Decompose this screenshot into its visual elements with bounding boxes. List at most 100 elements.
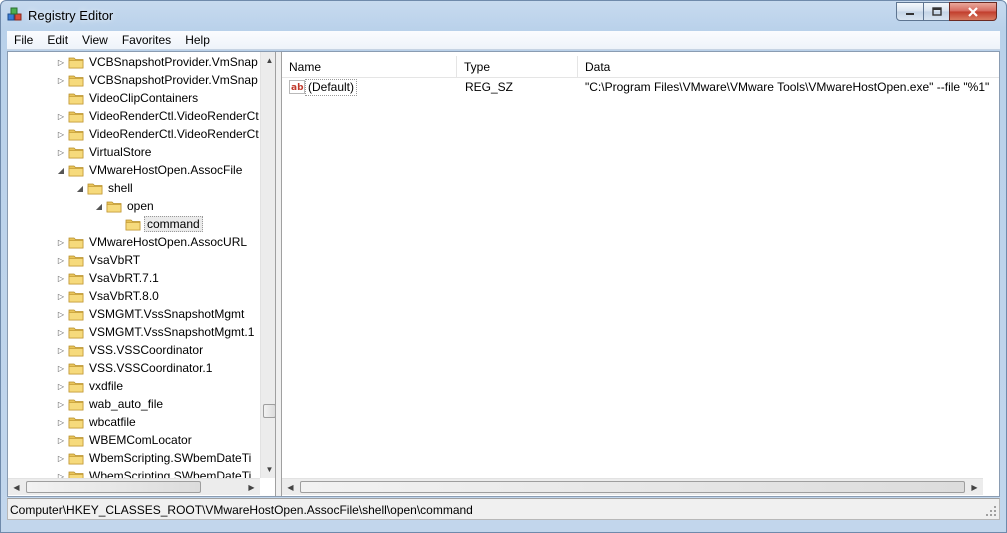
tree-item-label: vxdfile [89, 379, 124, 393]
tree-item-label: VMwareHostOpen.AssocFile [89, 163, 243, 177]
tree-item[interactable]: ▷ VCBSnapshotProvider.VmSnap [8, 71, 260, 89]
scroll-up-icon[interactable]: ▲ [261, 52, 275, 69]
tree-item-label: WbemScripting.SWbemDateTi [89, 469, 252, 478]
scroll-down-icon[interactable]: ▼ [261, 461, 275, 478]
expand-arrow-icon[interactable]: ▷ [56, 251, 66, 269]
close-button[interactable] [949, 2, 997, 21]
scroll-left-icon[interactable]: ◀ [8, 479, 25, 496]
registry-cubes-icon [7, 7, 22, 21]
tree-item-label: VirtualStore [89, 145, 152, 159]
value-data: "C:\Program Files\VMware\VMware Tools\VM… [585, 80, 990, 94]
status-path: Computer\HKEY_CLASSES_ROOT\VMwareHostOpe… [10, 503, 473, 517]
expand-arrow-icon[interactable]: ▷ [56, 71, 66, 89]
scroll-left-icon[interactable]: ◀ [282, 479, 299, 496]
tree-hscroll-thumb[interactable] [26, 481, 201, 493]
tree-item[interactable]: ▷ WbemScripting.SWbemDateTi [8, 449, 260, 467]
key-tree-pane: ▷ VCBSnapshotProvider.VmSnap ▷ VCBSnapshotP… [8, 52, 276, 496]
tree-item-label: wab_auto_file [89, 397, 164, 411]
tree-item[interactable]: ▷ VirtualStore [8, 143, 260, 161]
tree-item[interactable]: ▷ VSMGMT.VssSnapshotMgmt.1 [8, 323, 260, 341]
tree-item-label: VSS.VSSCoordinator.1 [89, 361, 213, 375]
tree-item[interactable]: ▷ WBEMComLocator [8, 431, 260, 449]
string-value-ab-icon: ab [289, 80, 305, 94]
expand-arrow-icon[interactable]: ▷ [56, 323, 66, 341]
list-header: Name Type Data [282, 56, 999, 78]
tree-item[interactable]: ▷ VCBSnapshotProvider.VmSnap [8, 53, 260, 71]
expand-arrow-icon[interactable]: ▷ [56, 125, 66, 143]
tree-item[interactable]: ▷ VSMGMT.VssSnapshotMgmt [8, 305, 260, 323]
tree-item[interactable]: ▷ VideoRenderCtl.VideoRenderCt [8, 107, 260, 125]
tree-item[interactable]: ▷ vxdfile [8, 377, 260, 395]
resize-grip-icon[interactable] [985, 505, 997, 517]
expand-arrow-icon[interactable]: ▷ [56, 395, 66, 413]
maximize-button[interactable] [923, 2, 950, 21]
folder-icon [68, 471, 84, 478]
tree-item[interactable]: ▷ wab_auto_file [8, 395, 260, 413]
tree-item[interactable]: ▷ VSS.VSSCoordinator [8, 341, 260, 359]
list-hscroll-thumb[interactable] [300, 481, 965, 493]
expand-arrow-icon[interactable]: ▷ [56, 413, 66, 431]
collapse-arrow-icon[interactable]: ◢ [56, 161, 66, 179]
folder-icon [68, 345, 84, 357]
expand-arrow-icon[interactable]: ▷ [56, 377, 66, 395]
minimize-button[interactable] [896, 2, 924, 21]
list-item[interactable]: ab (Default) REG_SZ "C:\Program Files\VM… [282, 79, 999, 96]
tree-item-label: VsaVbRT.7.1 [89, 271, 159, 285]
list-horizontal-scrollbar[interactable]: ◀ ▶ [282, 478, 983, 495]
tree-horizontal-scrollbar[interactable]: ◀ ▶ [8, 478, 260, 495]
client-area: ▷ VCBSnapshotProvider.VmSnap ▷ VCBSnapshotP… [7, 51, 1000, 497]
expand-arrow-icon[interactable]: ▷ [56, 269, 66, 287]
tree-item[interactable]: ◢ VMwareHostOpen.AssocFile [8, 161, 260, 179]
scroll-right-icon[interactable]: ▶ [243, 479, 260, 496]
menu-edit[interactable]: Edit [40, 31, 75, 50]
expand-arrow-icon[interactable]: ▷ [56, 341, 66, 359]
tree-item[interactable]: ◢ open [8, 197, 260, 215]
expand-arrow-icon[interactable]: ▷ [56, 107, 66, 125]
expand-arrow-icon[interactable]: ▷ [56, 359, 66, 377]
tree-vscroll-thumb[interactable] [263, 404, 275, 418]
key-tree: ▷ VCBSnapshotProvider.VmSnap ▷ VCBSnapshotP… [8, 52, 260, 478]
menu-view[interactable]: View [75, 31, 115, 50]
tree-vertical-scrollbar[interactable]: ▲ ▼ [260, 52, 275, 478]
folder-icon [68, 363, 84, 375]
tree-item[interactable]: ▷ VSS.VSSCoordinator.1 [8, 359, 260, 377]
menu-favorites[interactable]: Favorites [115, 31, 178, 50]
folder-icon [68, 399, 84, 411]
collapse-arrow-icon[interactable]: ◢ [75, 179, 85, 197]
tree-item[interactable]: ▷ VsaVbRT.8.0 [8, 287, 260, 305]
expand-arrow-icon[interactable]: ▷ [56, 431, 66, 449]
expand-arrow-icon[interactable]: ▷ [56, 233, 66, 251]
column-header-type[interactable]: Type [457, 56, 578, 78]
column-header-data[interactable]: Data [578, 56, 999, 78]
folder-icon [68, 381, 84, 393]
expand-arrow-icon[interactable]: ▷ [56, 287, 66, 305]
folder-icon [68, 435, 84, 447]
scroll-right-icon[interactable]: ▶ [966, 479, 983, 496]
collapse-arrow-icon[interactable]: ◢ [94, 197, 104, 215]
tree-item[interactable]: ▷ VsaVbRT [8, 251, 260, 269]
expand-arrow-icon[interactable]: ▷ [56, 143, 66, 161]
menu-help[interactable]: Help [178, 31, 217, 50]
value-type: REG_SZ [465, 80, 514, 94]
tree-item[interactable]: ◢ shell [8, 179, 260, 197]
tree-item-label: VSMGMT.VssSnapshotMgmt [89, 307, 245, 321]
expand-arrow-icon[interactable]: ▷ [56, 53, 66, 71]
folder-icon [68, 309, 84, 321]
tree-item[interactable]: ▷ VsaVbRT.7.1 [8, 269, 260, 287]
column-header-name[interactable]: Name [282, 56, 457, 78]
expand-arrow-icon[interactable]: ▷ [56, 449, 66, 467]
tree-item[interactable]: command [8, 215, 260, 233]
title-bar[interactable]: Registry Editor [1, 1, 1006, 31]
expand-arrow-icon[interactable]: ▷ [56, 467, 66, 479]
tree-item[interactable]: ▷ VideoRenderCtl.VideoRenderCt [8, 125, 260, 143]
tree-item[interactable]: ▷ wbcatfile [8, 413, 260, 431]
tree-item[interactable]: ▷ VMwareHostOpen.AssocURL [8, 233, 260, 251]
tree-item[interactable]: ▷ WbemScripting.SWbemDateTi [8, 467, 260, 478]
tree-item[interactable]: VideoClipContainers [8, 89, 260, 107]
tree-item-label: VSS.VSSCoordinator [89, 343, 204, 357]
menu-file[interactable]: File [7, 31, 40, 50]
registry-editor-window: Registry Editor File Edit View Favorites… [0, 0, 1007, 533]
expand-arrow-icon[interactable]: ▷ [56, 305, 66, 323]
tree-item-label: VideoRenderCtl.VideoRenderCt [89, 127, 259, 141]
